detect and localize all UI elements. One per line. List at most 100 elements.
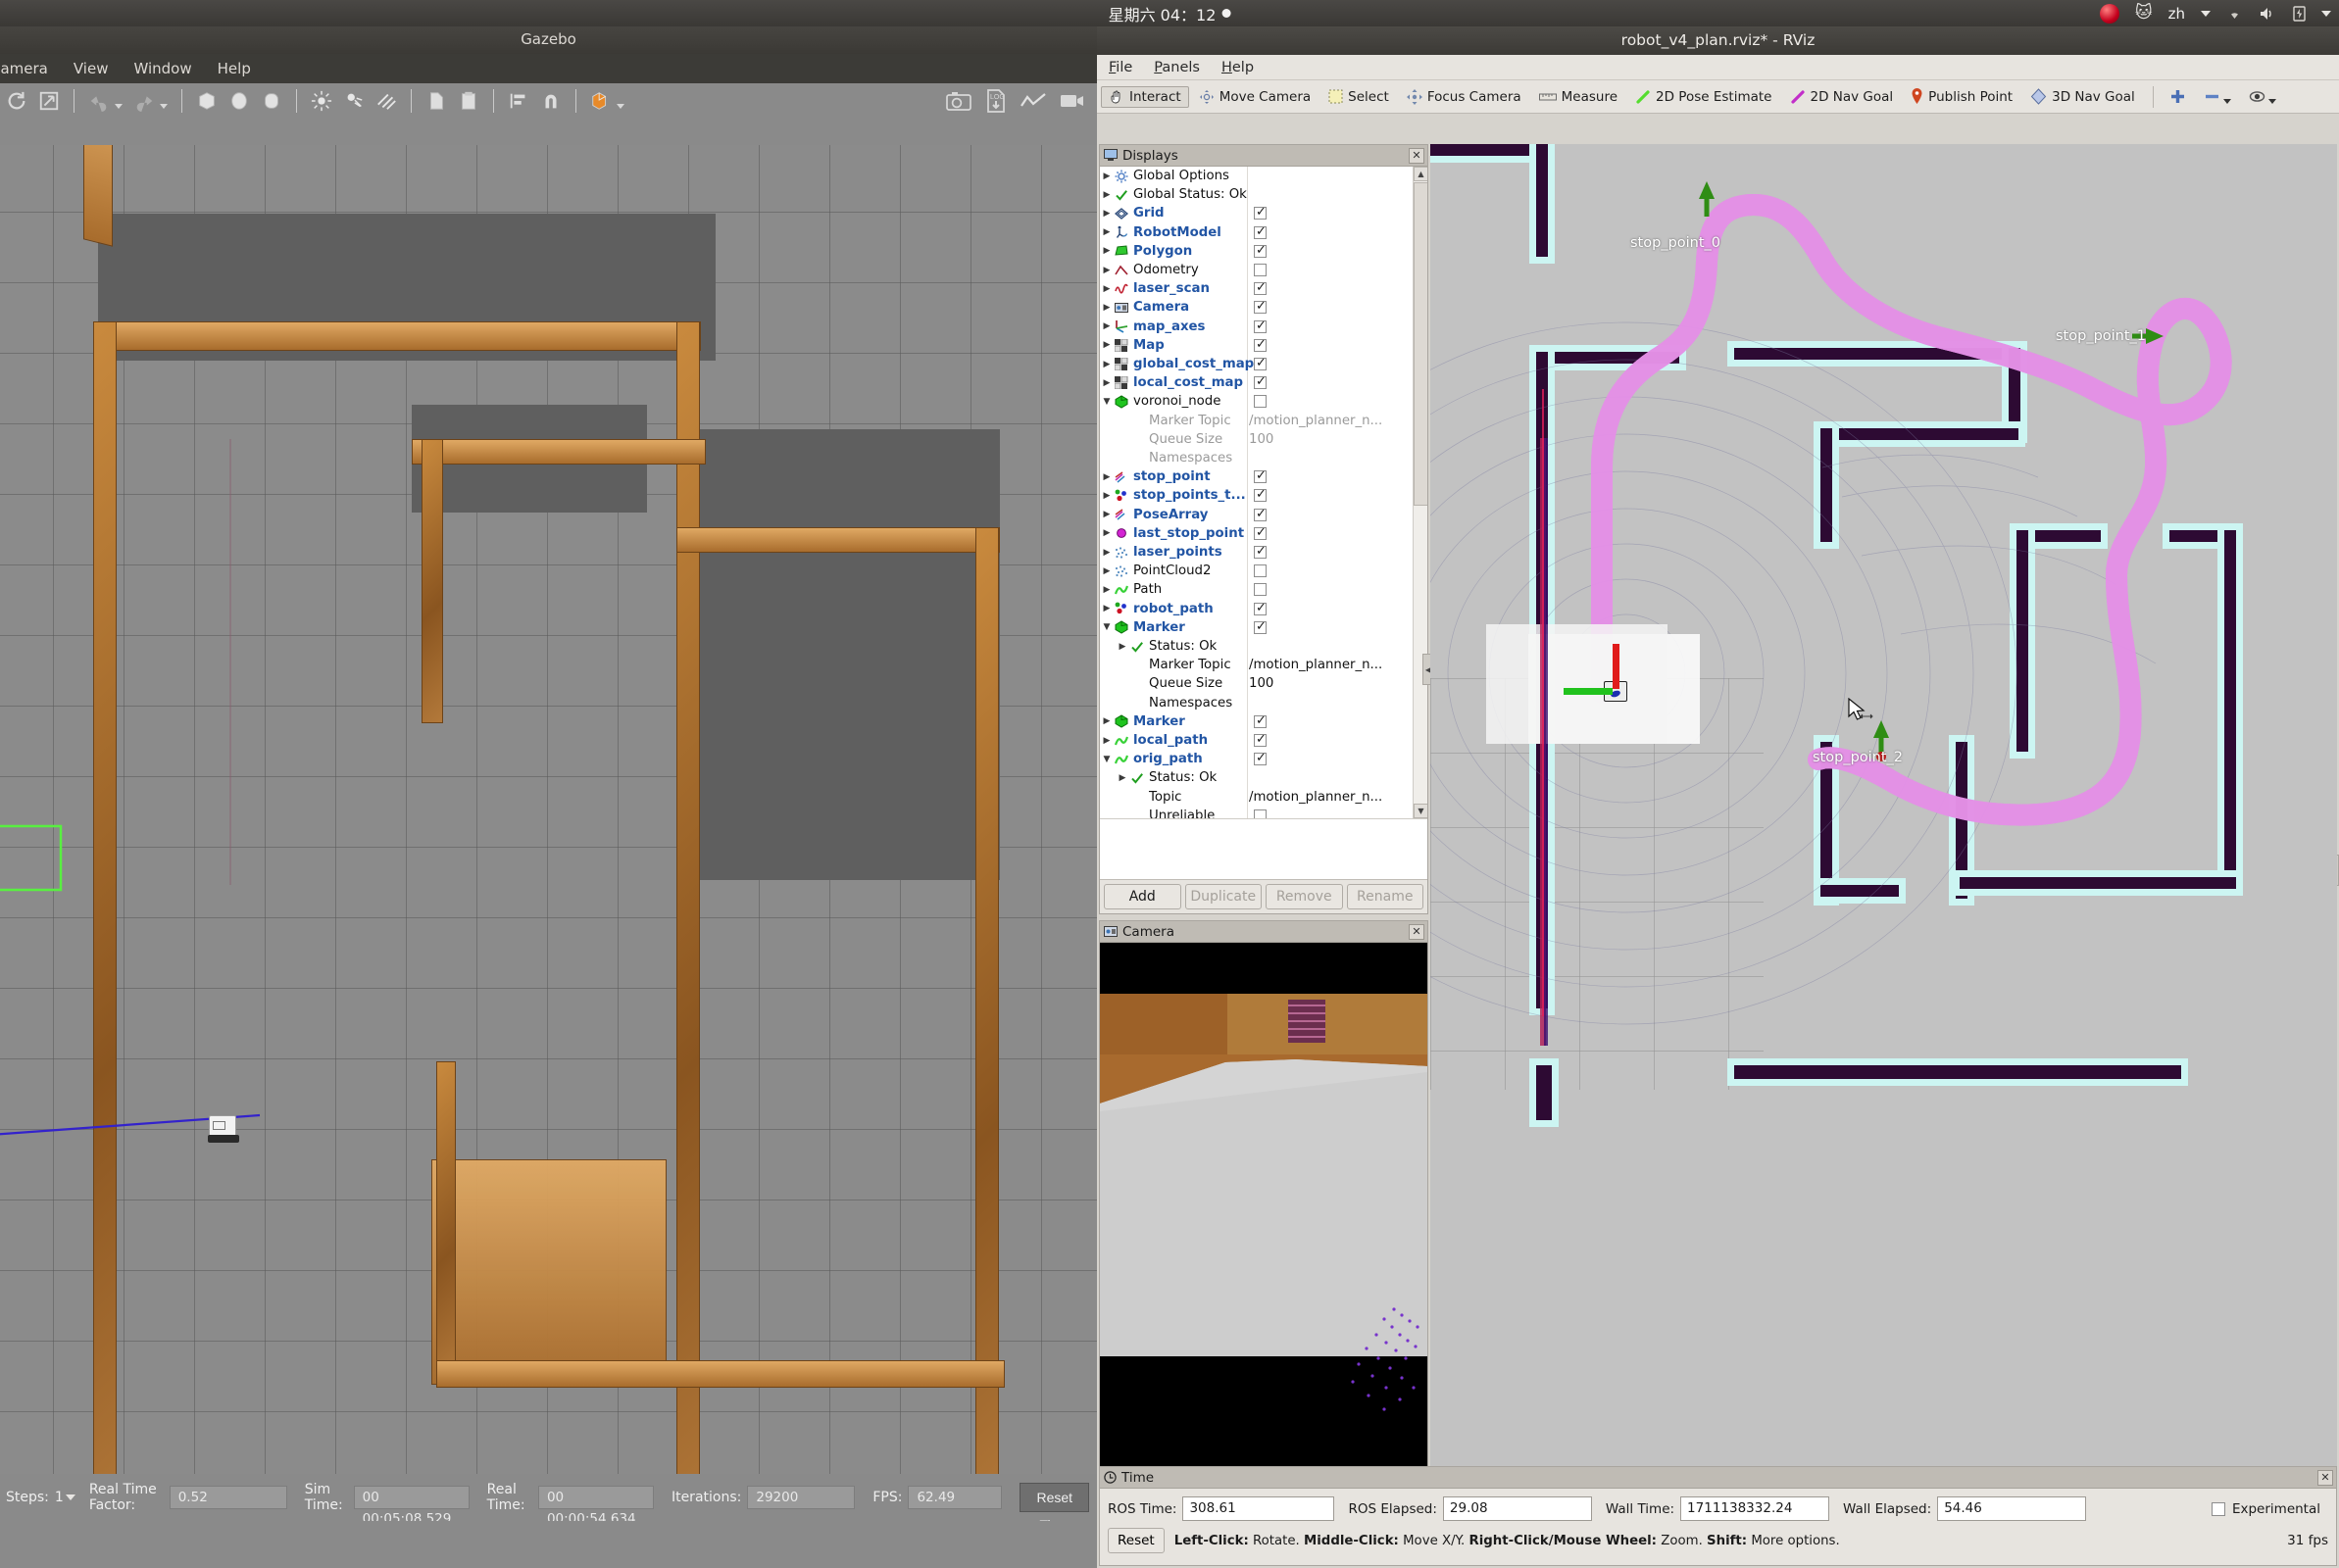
snap-icon[interactable]: [540, 90, 562, 112]
refresh-icon[interactable]: [6, 90, 27, 112]
chevron-down-icon[interactable]: ▼: [1100, 397, 1114, 407]
rviz-menu-help[interactable]: Help: [1221, 60, 1254, 75]
display-item-robotmodel[interactable]: ▶ RobotModel: [1100, 223, 1427, 242]
display-item-value[interactable]: /motion_planner_n...: [1249, 658, 1382, 672]
display-item-unreliable[interactable]: Unreliable: [1100, 807, 1427, 818]
display-visibility-checkbox[interactable]: [1254, 544, 1267, 560]
chevron-right-icon[interactable]: ▶: [1100, 378, 1114, 388]
display-visibility-checkbox[interactable]: [1254, 299, 1267, 315]
cat-applet-icon[interactable]: 🐱: [2135, 5, 2153, 22]
remove-tool-chevron-down-icon[interactable]: [2222, 99, 2231, 104]
measure-tool[interactable]: Measure: [1531, 86, 1625, 108]
display-visibility-checkbox[interactable]: [1254, 337, 1267, 352]
display-item-status-ok[interactable]: ▶ Status: Ok: [1100, 768, 1427, 787]
battery-icon[interactable]: [2293, 5, 2306, 22]
move-camera-tool[interactable]: Move Camera: [1191, 86, 1319, 108]
display-item-value[interactable]: 100: [1249, 676, 1273, 691]
chevron-right-icon[interactable]: ▶: [1100, 227, 1114, 237]
remove-tool-button[interactable]: [2196, 85, 2239, 108]
display-item-value[interactable]: /motion_planner_n...: [1249, 790, 1382, 805]
chevron-right-icon[interactable]: ▶: [1100, 566, 1114, 576]
2d-nav-goal-tool[interactable]: 2D Nav Goal: [1782, 86, 1902, 108]
gazebo-menu-camera[interactable]: Camera: [0, 60, 48, 77]
steps-dropdown-icon[interactable]: [65, 1494, 75, 1500]
video-icon[interactable]: [1060, 91, 1085, 111]
log-icon[interactable]: LOG: [985, 89, 1007, 113]
display-item-stop-points-t[interactable]: ▶ stop_points_t...: [1100, 486, 1427, 505]
display-visibility-checkbox[interactable]: [1254, 280, 1267, 296]
display-item-path[interactable]: ▶ Path: [1100, 580, 1427, 599]
close-icon[interactable]: ✕: [1409, 924, 1424, 940]
sphere-icon[interactable]: [228, 90, 250, 112]
display-item-odometry[interactable]: ▶ Odometry: [1100, 261, 1427, 279]
display-item-local-path[interactable]: ▶ local_path: [1100, 731, 1427, 750]
chevron-right-icon[interactable]: ▶: [1100, 266, 1114, 275]
views-tool-chevron-down-icon[interactable]: [2267, 99, 2276, 104]
input-method-indicator[interactable]: zh: [2168, 5, 2185, 23]
chevron-right-icon[interactable]: ▶: [1100, 528, 1114, 538]
display-visibility-checkbox[interactable]: [1254, 732, 1267, 748]
undo-icon[interactable]: [88, 90, 110, 112]
display-item-namespaces[interactable]: Namespaces: [1100, 694, 1427, 712]
ros-elapsed-field[interactable]: 29.08: [1442, 1496, 1592, 1521]
chevron-right-icon[interactable]: ▶: [1100, 303, 1114, 313]
display-item-laser-points[interactable]: ▶ laser_points: [1100, 543, 1427, 562]
volume-icon[interactable]: [2259, 6, 2277, 22]
display-item-pointcloud2[interactable]: ▶ PointCloud2: [1100, 562, 1427, 580]
display-visibility-checkbox[interactable]: [1254, 374, 1267, 390]
2d-pose-estimate-tool[interactable]: 2D Pose Estimate: [1627, 86, 1779, 108]
add-display-button[interactable]: Add: [1104, 884, 1181, 909]
rviz-3d-viewport[interactable]: stop_point_0 stop_point_1 stop_point_2: [1430, 144, 2337, 1487]
display-item-marker-topic[interactable]: Marker Topic/motion_planner_n...: [1100, 412, 1427, 430]
display-item-marker-topic[interactable]: Marker Topic/motion_planner_n...: [1100, 656, 1427, 674]
display-item-namespaces[interactable]: Namespaces: [1100, 449, 1427, 467]
chevron-right-icon[interactable]: ▶: [1100, 510, 1114, 519]
chevron-right-icon[interactable]: ▶: [1100, 736, 1114, 746]
experimental-checkbox[interactable]: [2211, 1501, 2225, 1516]
wall-time-field[interactable]: 1711138332.24: [1680, 1496, 1830, 1521]
ros-time-field[interactable]: 308.61: [1182, 1496, 1335, 1521]
display-item-posearray[interactable]: ▶ PoseArray: [1100, 506, 1427, 524]
display-visibility-checkbox[interactable]: [1254, 525, 1267, 540]
display-visibility-checkbox[interactable]: [1254, 356, 1267, 371]
display-item-value[interactable]: 100: [1249, 432, 1273, 447]
display-item-queue-size[interactable]: Queue Size 100: [1100, 674, 1427, 693]
views-tool-button[interactable]: [2241, 85, 2284, 108]
display-item-map[interactable]: ▶ Map: [1100, 336, 1427, 355]
undo-dropdown-icon[interactable]: [115, 103, 123, 109]
duplicate-display-button[interactable]: Duplicate: [1184, 884, 1262, 909]
display-visibility-checkbox[interactable]: [1254, 601, 1267, 615]
gazebo-menu-view[interactable]: View: [74, 60, 109, 77]
rviz-menu-file[interactable]: File: [1109, 60, 1132, 75]
fullscreen-icon[interactable]: [38, 90, 60, 112]
gazebo-menu-window[interactable]: Window: [133, 60, 191, 77]
copy-icon[interactable]: [425, 90, 447, 112]
cylinder-icon[interactable]: [261, 90, 282, 112]
display-visibility-checkbox[interactable]: [1254, 564, 1267, 578]
display-visibility-checkbox[interactable]: [1254, 751, 1267, 766]
display-item-voronoi-node[interactable]: ▼ voronoi_node: [1100, 392, 1427, 411]
display-item-topic[interactable]: Topic/motion_planner_n...: [1100, 788, 1427, 807]
display-visibility-checkbox[interactable]: [1254, 205, 1267, 220]
rviz-menu-panels[interactable]: Panels: [1154, 60, 1200, 75]
system-clock[interactable]: 星期六 04：12: [1109, 2, 1231, 25]
interact-tool[interactable]: Interact: [1101, 85, 1189, 108]
focus-camera-tool[interactable]: Focus Camera: [1399, 86, 1529, 108]
chevron-right-icon[interactable]: ▶: [1116, 642, 1129, 652]
redo-icon[interactable]: [133, 90, 155, 112]
display-item-last-stop-point[interactable]: ▶ last_stop_point: [1100, 524, 1427, 543]
add-tool-button[interactable]: [2162, 85, 2194, 108]
3d-nav-goal-tool[interactable]: 3D Nav Goal: [2022, 85, 2143, 108]
displays-tree[interactable]: ▲ ▼ ▶ Global Options ▶ Global Status: Ok ▶ Gr…: [1100, 167, 1427, 818]
close-icon[interactable]: ✕: [2317, 1470, 2333, 1486]
chevron-right-icon[interactable]: ▶: [1100, 172, 1114, 181]
chevron-right-icon[interactable]: ▶: [1100, 604, 1114, 613]
display-visibility-checkbox[interactable]: [1254, 619, 1267, 634]
display-visibility-checkbox[interactable]: [1254, 468, 1267, 484]
display-item-global-options[interactable]: ▶ Global Options: [1100, 167, 1427, 185]
display-item-global-cost-map[interactable]: ▶ global_cost_map: [1100, 355, 1427, 373]
align-icon[interactable]: [508, 90, 529, 112]
chevron-right-icon[interactable]: ▶: [1100, 190, 1114, 200]
spot-light-icon[interactable]: [343, 90, 365, 112]
display-item-robot-path[interactable]: ▶ robot_path: [1100, 600, 1427, 618]
